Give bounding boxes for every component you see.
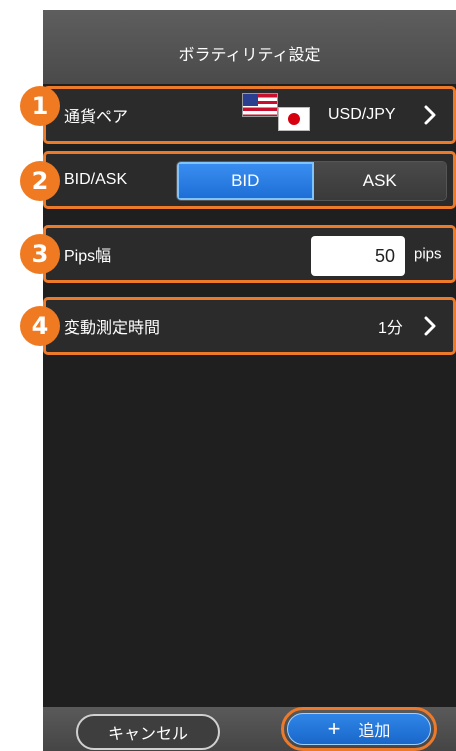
add-button-label: 追加 — [358, 723, 391, 740]
us-flag-icon — [242, 93, 278, 117]
jp-flag-icon — [278, 107, 310, 131]
bid-option[interactable]: BID — [177, 162, 314, 200]
cancel-button[interactable]: キャンセル — [76, 714, 220, 750]
plus-icon: + — [327, 716, 341, 741]
bid-ask-row: BID/ASK BID ASK — [43, 151, 456, 209]
currency-pair-label: 通貨ペア — [64, 109, 129, 126]
pips-width-row: Pips幅 50 pips — [43, 225, 456, 283]
duration-row[interactable]: 変動測定時間 1分 — [43, 297, 456, 355]
pips-width-input[interactable]: 50 — [311, 236, 405, 276]
pips-unit-label: pips — [414, 245, 442, 263]
step-badge-3: 3 — [20, 234, 60, 274]
chevron-right-icon — [424, 316, 436, 336]
chevron-right-icon — [424, 105, 436, 125]
add-button[interactable]: + 追加 — [287, 713, 431, 745]
pips-width-label: Pips幅 — [64, 248, 112, 265]
page-title: ボラティリティ設定 — [43, 10, 456, 84]
add-button-highlight: + 追加 — [281, 707, 437, 751]
step-badge-2: 2 — [20, 161, 60, 201]
currency-pair-value: USD/JPY — [328, 106, 396, 123]
footer-bar: キャンセル + 追加 — [43, 707, 456, 751]
step-badge-4: 4 — [20, 306, 60, 346]
ask-option[interactable]: ASK — [313, 162, 446, 200]
bid-ask-toggle: BID ASK — [176, 161, 447, 201]
bid-ask-label: BID/ASK — [64, 171, 128, 188]
duration-value: 1分 — [378, 320, 403, 337]
app-screen: ボラティリティ設定 通貨ペア USD/JPY BID/ASK BID ASK P… — [43, 10, 456, 751]
currency-pair-row[interactable]: 通貨ペア USD/JPY — [43, 86, 456, 144]
duration-label: 変動測定時間 — [64, 320, 161, 337]
step-badge-1: 1 — [20, 86, 60, 126]
